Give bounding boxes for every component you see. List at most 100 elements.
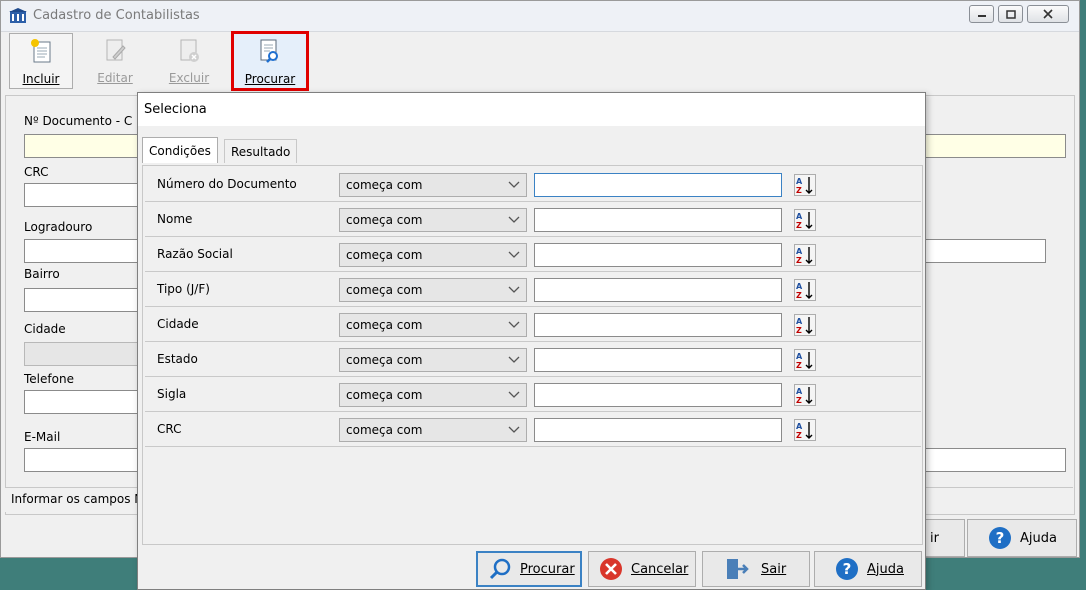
excluir-label: Excluir: [168, 71, 210, 85]
svg-text:Z: Z: [796, 431, 802, 440]
chevron-down-icon: [508, 321, 520, 328]
condition-row: Estado começa com AZ: [145, 343, 921, 377]
app-icon: [9, 8, 27, 23]
search-icon: [489, 558, 511, 580]
condition-row: Sigla começa com AZ: [145, 378, 921, 412]
minimize-button[interactable]: [969, 5, 994, 23]
close-icon: [1043, 9, 1053, 19]
search-document-icon: [260, 39, 278, 63]
svg-text:A: A: [796, 352, 803, 361]
logradouro-label: Logradouro: [24, 220, 93, 234]
sort-az-icon[interactable]: AZ: [794, 209, 816, 231]
maximize-button[interactable]: [998, 5, 1023, 23]
close-button[interactable]: [1027, 5, 1069, 23]
sort-az-icon[interactable]: AZ: [794, 419, 816, 441]
operator-value: começa com: [346, 213, 423, 227]
chevron-down-icon: [508, 286, 520, 293]
condition-field-label: Número do Documento: [157, 177, 297, 191]
tab-condicoes[interactable]: Condições: [142, 137, 218, 163]
operator-value: começa com: [346, 248, 423, 262]
editar-button[interactable]: Editar: [83, 33, 147, 89]
new-document-icon: [31, 39, 51, 63]
condition-value-input[interactable]: [534, 173, 782, 197]
incluir-label: Incluir: [22, 72, 60, 86]
chevron-down-icon: [508, 426, 520, 433]
incluir-button[interactable]: Incluir: [9, 33, 73, 89]
svg-text:Z: Z: [796, 361, 802, 370]
main-ajuda-button[interactable]: ? Ajuda: [967, 519, 1077, 557]
condition-value-input[interactable]: [534, 278, 782, 302]
operator-select[interactable]: começa com: [339, 208, 527, 232]
svg-text:A: A: [796, 282, 803, 291]
condition-row: CRC começa com AZ: [145, 413, 921, 447]
svg-text:Z: Z: [796, 326, 802, 335]
svg-text:A: A: [796, 317, 803, 326]
dialog-procurar-button[interactable]: Procurar: [476, 551, 582, 587]
svg-text:A: A: [796, 212, 803, 221]
operator-value: começa com: [346, 353, 423, 367]
toolbar: Incluir Editar Excluir Procurar: [1, 31, 1079, 93]
operator-select[interactable]: começa com: [339, 418, 527, 442]
dialog-sair-button[interactable]: Sair: [702, 551, 810, 587]
cidade-label: Cidade: [24, 322, 66, 336]
condition-value-input[interactable]: [534, 313, 782, 337]
excluir-button[interactable]: Excluir: [157, 33, 221, 89]
operator-value: começa com: [346, 423, 423, 437]
sort-az-icon[interactable]: AZ: [794, 279, 816, 301]
dialog-cancelar-label: Cancelar: [631, 561, 689, 577]
chevron-down-icon: [508, 216, 520, 223]
svg-text:?: ?: [996, 529, 1005, 547]
sort-az-icon[interactable]: AZ: [794, 314, 816, 336]
dialog-title: Seleciona: [144, 102, 207, 117]
help-icon: ?: [836, 558, 858, 580]
condition-field-label: CRC: [157, 422, 182, 436]
operator-value: começa com: [346, 388, 423, 402]
tab-resultado[interactable]: Resultado: [224, 139, 298, 163]
maximize-icon: [1005, 9, 1016, 19]
delete-document-icon: [180, 39, 199, 62]
exit-icon: [727, 559, 749, 579]
condition-value-input[interactable]: [534, 208, 782, 232]
dialog-sair-label: Sair: [761, 561, 787, 577]
sort-az-icon[interactable]: AZ: [794, 174, 816, 196]
condition-value-input[interactable]: [534, 383, 782, 407]
condition-row: Tipo (J/F) começa com AZ: [145, 273, 921, 307]
condition-value-input[interactable]: [534, 243, 782, 267]
chevron-down-icon: [508, 391, 520, 398]
operator-select[interactable]: começa com: [339, 243, 527, 267]
svg-text:A: A: [796, 247, 803, 256]
sort-az-icon[interactable]: AZ: [794, 244, 816, 266]
chevron-down-icon: [508, 356, 520, 363]
help-icon: ?: [989, 527, 1011, 549]
operator-value: começa com: [346, 178, 423, 192]
svg-text:Z: Z: [796, 256, 802, 265]
condition-field-label: Cidade: [157, 317, 199, 331]
operator-select[interactable]: começa com: [339, 348, 527, 372]
sort-az-icon[interactable]: AZ: [794, 349, 816, 371]
tab-condicoes-label: Condições: [149, 144, 211, 158]
chevron-down-icon: [508, 181, 520, 188]
condition-field-label: Nome: [157, 212, 193, 226]
procurar-button[interactable]: Procurar: [231, 31, 309, 91]
dialog-ajuda-label: Ajuda: [867, 561, 904, 577]
operator-select[interactable]: começa com: [339, 278, 527, 302]
dialog-cancelar-button[interactable]: Cancelar: [588, 551, 696, 587]
condition-value-input[interactable]: [534, 348, 782, 372]
sort-az-icon[interactable]: AZ: [794, 384, 816, 406]
operator-select[interactable]: começa com: [339, 313, 527, 337]
operator-select[interactable]: começa com: [339, 383, 527, 407]
condition-value-input[interactable]: [534, 418, 782, 442]
bairro-label: Bairro: [24, 267, 60, 281]
dialog-ajuda-button[interactable]: ? Ajuda: [814, 551, 922, 587]
editar-label: Editar: [97, 71, 133, 85]
svg-text:A: A: [796, 387, 803, 396]
bottom-button-partial-label: ir: [930, 530, 939, 546]
condition-field-label: Tipo (J/F): [157, 282, 210, 296]
status-text: Informar os campos N: [11, 492, 144, 506]
title-bar: Cadastro de Contabilistas: [1, 1, 1079, 32]
dialog-procurar-label: Procurar: [520, 561, 575, 577]
condition-field-label: Sigla: [157, 387, 187, 401]
doc-label: Nº Documento - C: [24, 114, 133, 128]
operator-select[interactable]: começa com: [339, 173, 527, 197]
svg-text:Z: Z: [796, 186, 802, 195]
